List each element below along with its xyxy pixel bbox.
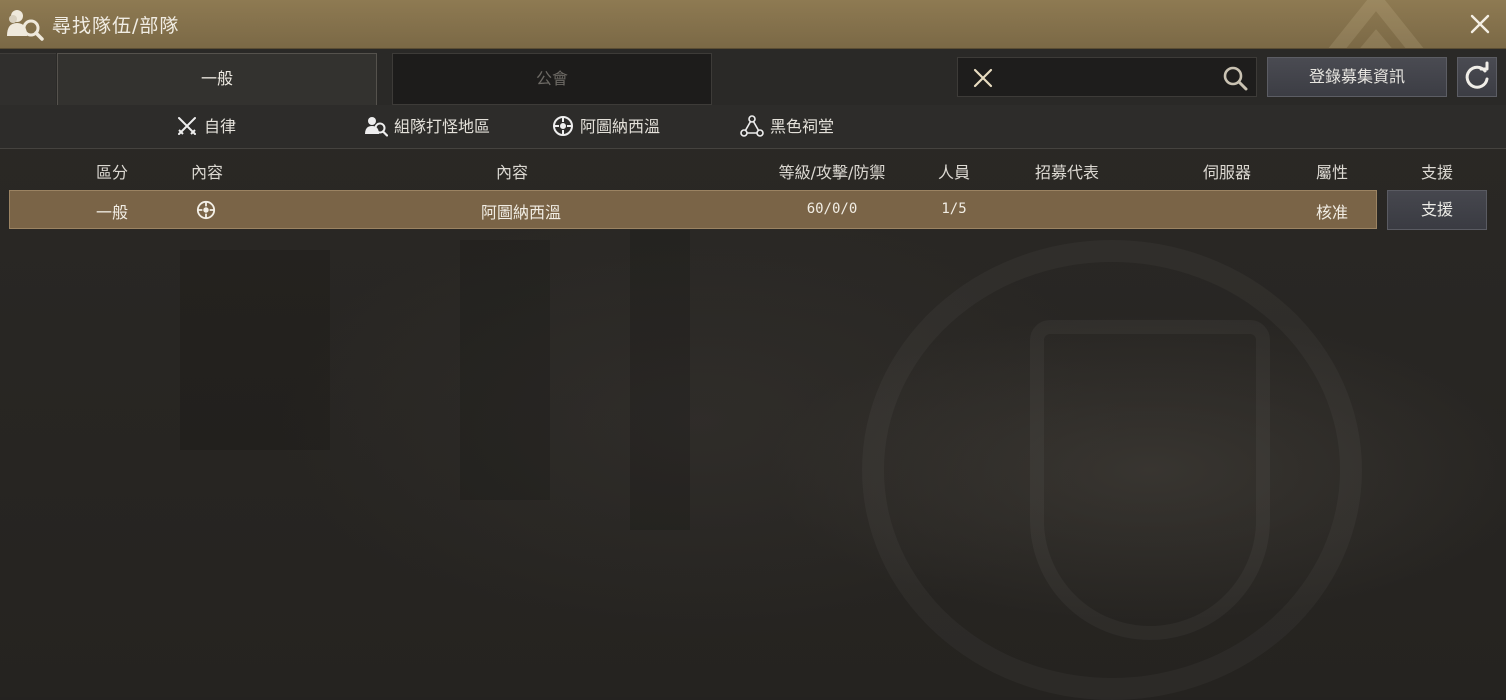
clear-search-icon[interactable] (972, 67, 994, 89)
header-division: 區分 (95, 163, 128, 182)
header-content: 內容 (495, 163, 528, 182)
title-bar: 尋找隊伍/部隊 (0, 0, 1506, 49)
header-server: 伺服器 (1202, 163, 1251, 182)
party-search-icon (7, 10, 44, 41)
window-title: 尋找隊伍/部隊 (52, 15, 180, 37)
category-label: 阿圖納西溫 (580, 117, 661, 136)
header-leader: 招募代表 (1034, 163, 1099, 182)
tab-general[interactable]: 一般 (57, 53, 377, 105)
search-input[interactable] (1002, 64, 1206, 92)
header-level-attack-defense: 等級/攻擊/防禦 (778, 163, 886, 182)
tab-strip-spacer (0, 53, 56, 105)
category-atoraxxion[interactable]: 阿圖納西溫 (552, 114, 660, 140)
title-decoration (1328, 0, 1424, 48)
category-black-shrine[interactable]: 黑色祠堂 (740, 114, 834, 140)
triangle-nodes-icon (740, 114, 764, 137)
category-label: 組隊打怪地區 (394, 117, 491, 136)
background-crest (1030, 320, 1270, 640)
row-division: 一般 (95, 203, 128, 222)
category-label: 黑色祠堂 (770, 117, 835, 136)
register-recruitment-button[interactable]: 登錄募集資訊 (1267, 57, 1447, 97)
row-stats: 60/0/0 (806, 201, 858, 217)
category-label: 自律 (204, 117, 237, 136)
background-shape (460, 240, 550, 500)
refresh-button[interactable] (1457, 57, 1497, 97)
tab-guild[interactable]: 公會 (392, 53, 712, 105)
background-shape (180, 250, 330, 450)
search-icon[interactable] (1222, 65, 1248, 91)
category-autonomous[interactable]: 自律 (176, 114, 236, 140)
header-members: 人員 (937, 163, 970, 182)
refresh-icon (1465, 61, 1489, 89)
compass-wheel-icon (196, 200, 216, 220)
party-icon (365, 116, 389, 137)
header-content-icon: 內容 (190, 163, 223, 182)
row-content: 阿圖納西溫 (480, 203, 561, 222)
row-attribute: 核准 (1315, 203, 1348, 222)
header-attribute: 屬性 (1315, 163, 1348, 182)
support-button[interactable]: 支援 (1387, 190, 1487, 230)
close-icon[interactable] (1468, 12, 1492, 36)
header-support: 支援 (1420, 163, 1453, 182)
background-shape (630, 230, 690, 530)
search-box (957, 57, 1257, 97)
category-party-hunting[interactable]: 組隊打怪地區 (364, 114, 490, 140)
compass-wheel-icon (553, 115, 573, 136)
crossed-swords-icon (178, 116, 196, 135)
row-members: 1/5 (941, 201, 967, 217)
